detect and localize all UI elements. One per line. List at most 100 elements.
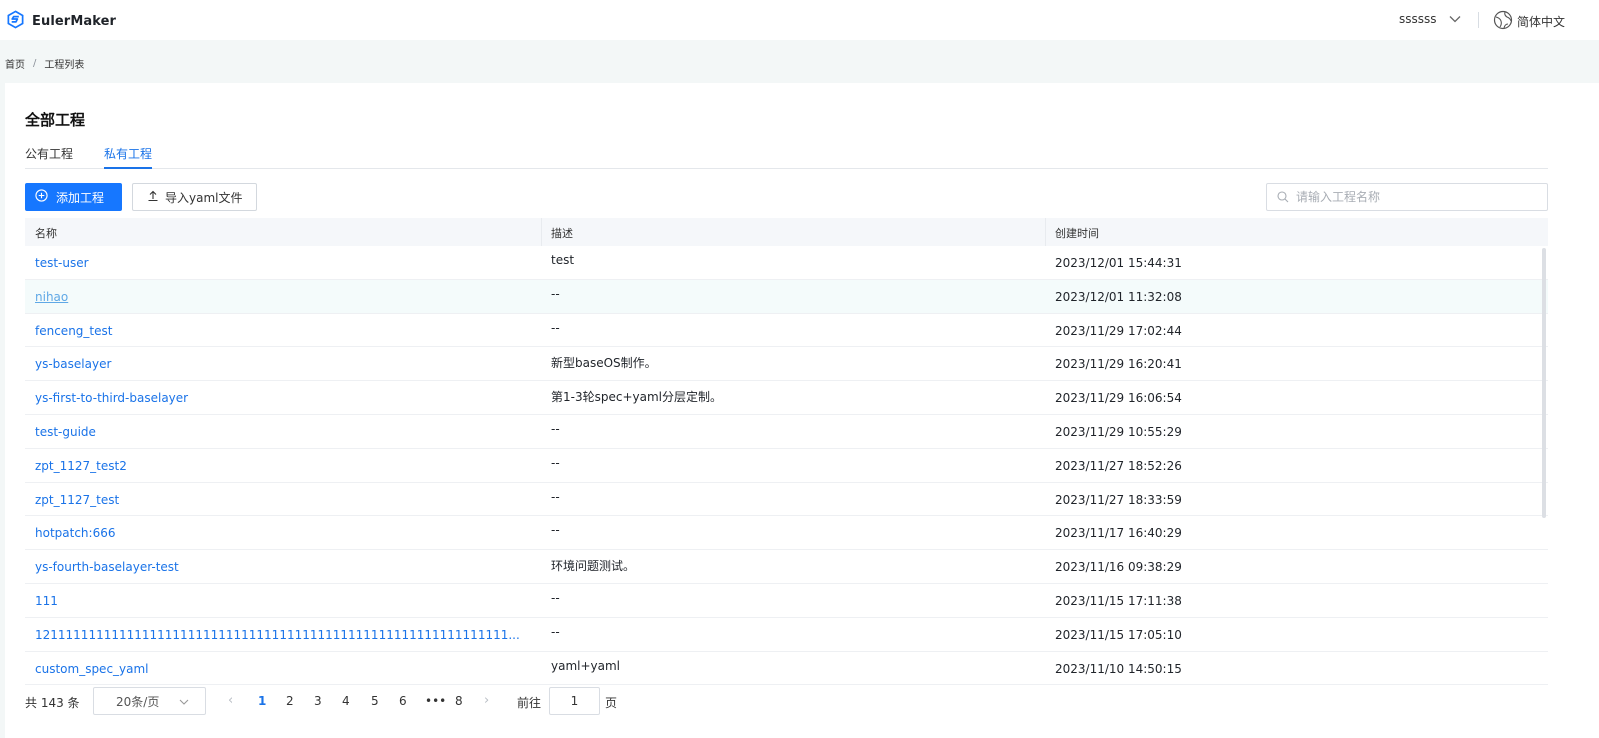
- user-menu[interactable]: ssssss: [1399, 12, 1461, 26]
- page-size-select[interactable]: 20条/页: [93, 687, 206, 715]
- column-divider: [1045, 218, 1046, 246]
- project-tabs: 公有工程 私有工程: [25, 145, 1548, 169]
- project-description: --: [551, 489, 560, 504]
- project-created-time: 2023/11/29 16:20:41: [1055, 357, 1182, 372]
- project-created-time: 2023/11/29 10:55:29: [1055, 424, 1182, 439]
- breadcrumb-separator: /: [33, 58, 37, 69]
- project-description: test: [551, 253, 575, 267]
- breadcrumb: 首页 / 工程列表: [5, 56, 84, 71]
- project-search[interactable]: [1266, 183, 1548, 211]
- search-icon: [1277, 188, 1289, 207]
- project-description: --: [551, 523, 560, 538]
- app-title: EulerMaker: [32, 14, 117, 29]
- project-name-link[interactable]: ys-baselayer: [35, 357, 531, 371]
- import-yaml-button[interactable]: 导入yaml文件: [132, 183, 257, 211]
- project-name-link[interactable]: hotpatch:666: [35, 526, 531, 540]
- project-name-link[interactable]: zpt_1127_test: [35, 493, 531, 507]
- table-row: 111 -- 2023/11/15 17:11:38: [25, 584, 1548, 618]
- eulermaker-logo-icon: [6, 10, 25, 33]
- table-row: zpt_1127_test2 -- 2023/11/27 18:52:26: [25, 449, 1548, 483]
- goto-page-input[interactable]: 1: [549, 687, 600, 715]
- page-number-8[interactable]: 8: [455, 694, 463, 708]
- project-name-link[interactable]: test-guide: [35, 425, 531, 439]
- page-label: 页: [605, 696, 618, 710]
- username: ssssss: [1399, 12, 1437, 26]
- page-number-4[interactable]: 4: [342, 694, 350, 708]
- table-row: ys-baselayer 新型baseOS制作。 2023/11/29 16:2…: [25, 347, 1548, 382]
- header-divider: [1478, 12, 1479, 28]
- prev-page-icon[interactable]: ‹: [228, 693, 233, 708]
- pagination: 共 143 条 20条/页 ‹ 1 2 3 4 5 6 ••• 8 › 前往 1…: [25, 687, 665, 715]
- column-header-name: 名称: [35, 227, 57, 240]
- column-header-description: 描述: [551, 227, 573, 240]
- project-created-time: 2023/12/01 15:44:31: [1055, 256, 1182, 270]
- table-row: ys-fourth-baselayer-test 环境问题测试。 2023/11…: [25, 550, 1548, 584]
- project-name-link[interactable]: zpt_1127_test2: [35, 459, 531, 473]
- upload-icon: [147, 190, 159, 205]
- page-size-value: 20条/页: [116, 694, 160, 709]
- page-title: 全部工程: [25, 111, 86, 129]
- project-created-time: 2023/11/15 17:11:38: [1055, 593, 1182, 608]
- project-name-link[interactable]: test-user: [35, 256, 531, 270]
- import-yaml-label: 导入yaml文件: [165, 190, 243, 205]
- project-name-link[interactable]: fenceng_test: [35, 324, 531, 338]
- table-scrollbar[interactable]: [1542, 248, 1546, 518]
- table-row: zpt_1127_test -- 2023/11/27 18:33:59: [25, 483, 1548, 517]
- project-description: --: [551, 320, 560, 335]
- project-description: --: [551, 590, 560, 605]
- tab-public-projects[interactable]: 公有工程: [25, 145, 73, 169]
- project-description: 新型baseOS制作。: [551, 356, 657, 371]
- project-created-time: 2023/11/29 17:02:44: [1055, 323, 1182, 338]
- project-name-link[interactable]: 1211111111111111111111111111111111111111…: [35, 628, 531, 642]
- page-number-3[interactable]: 3: [314, 694, 322, 708]
- project-name-link[interactable]: ys-fourth-baselayer-test: [35, 560, 531, 574]
- page-number-6[interactable]: 6: [399, 694, 407, 708]
- total-count: 共 143 条: [25, 696, 80, 710]
- project-created-time: 2023/11/27 18:33:59: [1055, 492, 1182, 507]
- page-number-5[interactable]: 5: [371, 694, 379, 708]
- table-row: test-guide -- 2023/11/29 10:55:29: [25, 415, 1548, 449]
- breadcrumb-current: 工程列表: [44, 60, 85, 71]
- tab-private-projects[interactable]: 私有工程: [104, 145, 153, 169]
- project-description: yaml+yaml: [551, 658, 621, 673]
- search-input[interactable]: [1296, 190, 1536, 204]
- table-row: nihao -- 2023/12/01 11:32:08: [25, 279, 1548, 314]
- project-name-link[interactable]: nihao: [35, 290, 531, 304]
- top-bar: EulerMaker ssssss 简体中文: [0, 0, 1599, 40]
- add-project-button[interactable]: 添加工程: [25, 183, 122, 211]
- page-number-1[interactable]: 1: [258, 694, 266, 708]
- page-number-2[interactable]: 2: [286, 694, 294, 708]
- table-row: hotpatch:666 -- 2023/11/17 16:40:29: [25, 516, 1548, 551]
- project-created-time: 2023/12/01 11:32:08: [1055, 289, 1182, 304]
- column-divider: [541, 218, 542, 246]
- project-created-time: 2023/11/27 18:52:26: [1055, 458, 1182, 473]
- project-created-time: 2023/11/10 14:50:15: [1055, 661, 1182, 676]
- table-row: test-user test 2023/12/01 15:44:31: [25, 246, 1548, 280]
- column-header-created-time: 创建时间: [1055, 227, 1099, 240]
- breadcrumb-home[interactable]: 首页: [5, 56, 25, 71]
- project-description: 第1-3轮spec+yaml分层定制。: [551, 390, 722, 405]
- next-page-icon[interactable]: ›: [484, 693, 489, 708]
- plus-circle-icon: [35, 189, 48, 205]
- project-name-link[interactable]: ys-first-to-third-baselayer: [35, 391, 531, 405]
- project-created-time: 2023/11/17 16:40:29: [1055, 526, 1182, 541]
- logo[interactable]: EulerMaker: [6, 10, 116, 33]
- add-project-label: 添加工程: [56, 190, 105, 205]
- table-header: 名称 描述 创建时间: [25, 218, 1548, 246]
- chevron-down-icon: [179, 694, 189, 708]
- project-name-link[interactable]: 111: [35, 594, 531, 608]
- more-pages-ellipsis[interactable]: •••: [425, 694, 446, 708]
- project-table-body: test-user test 2023/12/01 15:44:31 nihao…: [25, 246, 1548, 686]
- project-created-time: 2023/11/29 16:06:54: [1055, 391, 1182, 406]
- goto-label: 前往: [517, 696, 542, 710]
- project-description: 环境问题测试。: [551, 559, 636, 574]
- table-row: fenceng_test -- 2023/11/29 17:02:44: [25, 314, 1548, 348]
- language-label: 简体中文: [1517, 15, 1566, 29]
- table-row: ys-first-to-third-baselayer 第1-3轮spec+ya…: [25, 381, 1548, 415]
- language-switcher[interactable]: 简体中文: [1493, 10, 1565, 33]
- chevron-down-icon: [1449, 12, 1461, 26]
- project-name-link[interactable]: custom_spec_yaml: [35, 662, 531, 676]
- project-created-time: 2023/11/15 17:05:10: [1055, 627, 1182, 642]
- project-description: --: [551, 286, 560, 301]
- project-created-time: 2023/11/16 09:38:29: [1055, 560, 1182, 575]
